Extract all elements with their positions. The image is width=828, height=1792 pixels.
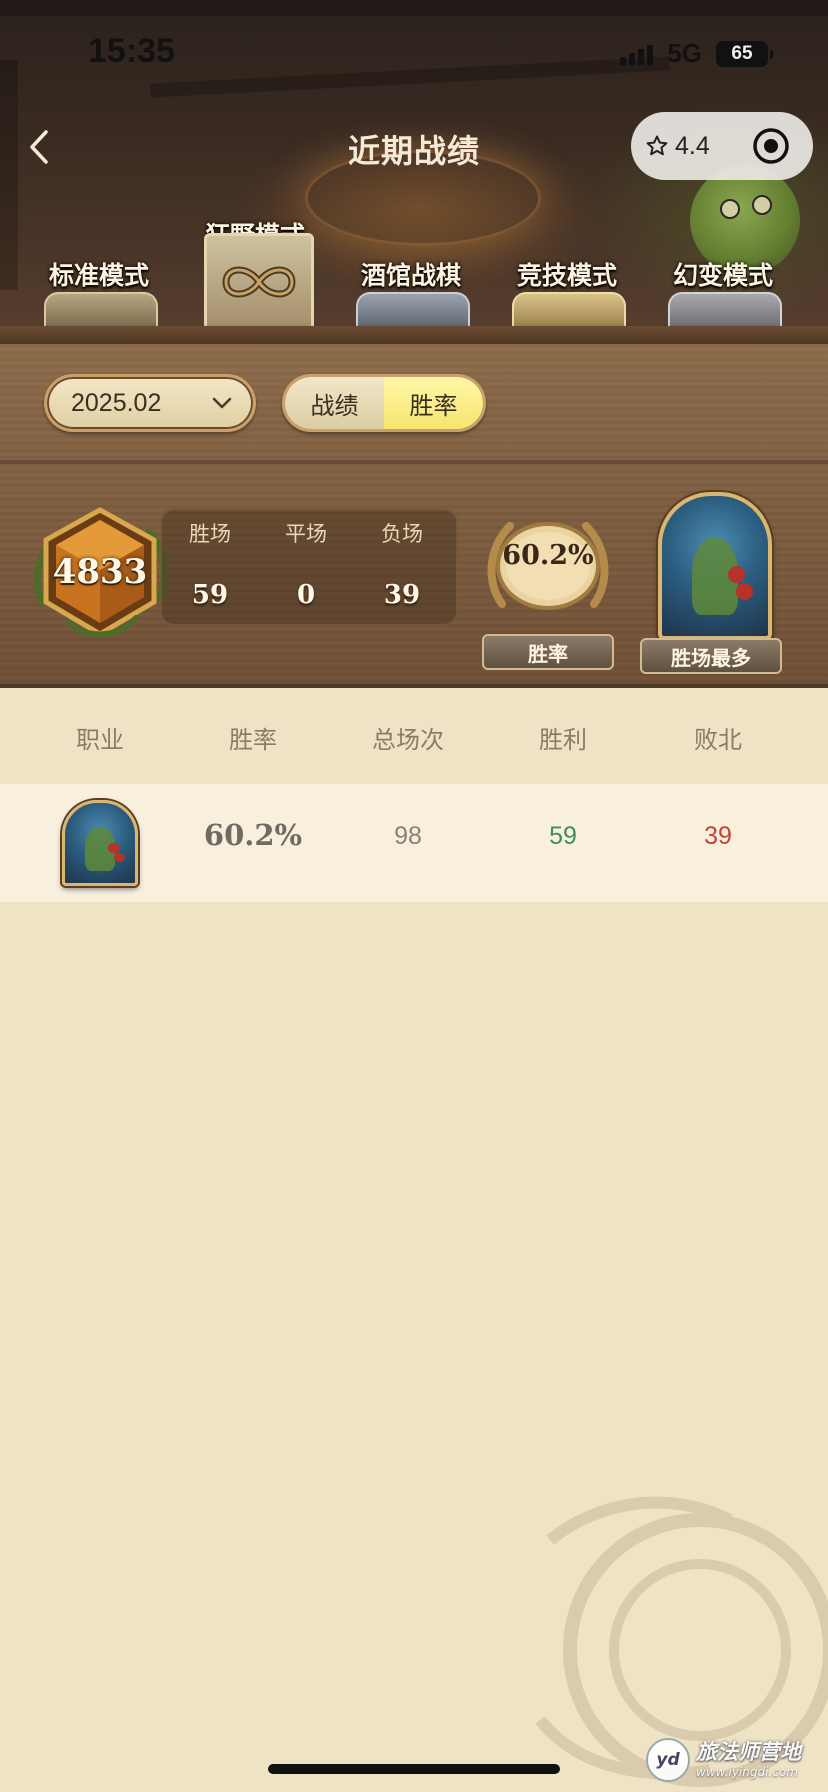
tab-plate	[44, 292, 158, 328]
tab-arena-mode[interactable]: 竞技模式	[492, 210, 642, 328]
star-outline-icon	[646, 135, 668, 156]
row-wins: 59	[549, 822, 577, 850]
hero-portrait-icon	[62, 800, 138, 886]
tab-plate	[668, 292, 782, 328]
brand-name: 旅法师营地	[696, 1740, 801, 1764]
row-total-games: 98	[394, 822, 422, 850]
rating-button[interactable]: 4.4	[645, 132, 710, 161]
column-header: 总场次	[372, 726, 444, 754]
hero-orb	[114, 852, 126, 863]
column-header: 职业	[76, 726, 124, 754]
chevron-down-icon	[212, 397, 232, 409]
tab-plate	[204, 233, 314, 328]
home-indicator[interactable]	[268, 1764, 560, 1774]
target-button[interactable]	[751, 126, 791, 166]
date-value: 2025.02	[71, 388, 162, 417]
rank-value: 4833	[52, 552, 148, 592]
header-divider	[0, 326, 828, 344]
target-icon	[753, 128, 789, 164]
ceiling-beam	[149, 56, 671, 98]
tab-wild-mode[interactable]: 狂野模式	[180, 210, 330, 328]
mode-tabs: 标准模式 狂野模式 酒馆战棋 竞技模式 幻变模式	[0, 210, 828, 328]
win-rate-label: 胜率	[482, 634, 614, 670]
hero-orb	[727, 566, 745, 583]
brand-logo: yd 旅法师营地 www.iyingdi.com	[646, 1738, 801, 1782]
battery-icon: 65	[716, 40, 773, 67]
stat-value: 59	[191, 580, 229, 610]
column-header: 胜利	[539, 726, 587, 754]
toggle-winrate-button[interactable]: 胜率	[384, 377, 483, 429]
hero-orb	[736, 582, 754, 600]
brand-text: 旅法师营地 www.iyingdi.com	[696, 1740, 801, 1779]
status-time: 15:35	[88, 32, 175, 70]
stat-losses: 负场 39	[354, 508, 450, 610]
stat-label: 平场	[285, 522, 327, 546]
stat-draws: 平场 0	[258, 508, 354, 610]
win-rate-value: 60.2%	[502, 540, 594, 571]
brand-logo-mark: yd	[656, 1750, 680, 1770]
stat-label: 胜场	[189, 522, 231, 546]
infinity-icon	[222, 266, 296, 298]
toggle-record-button[interactable]: 战绩	[285, 377, 384, 429]
stat-value: 0	[296, 580, 316, 610]
row-win-rate: 60.2%	[203, 818, 303, 852]
brand-url: www.iyingdi.com	[696, 1765, 798, 1779]
header-scene: 15:35 5G 65 近期战绩 4.4 标准模式 酒馆战棋 竞技模式 幻变模式	[0, 0, 828, 340]
brand-logo-icon: yd	[646, 1738, 690, 1782]
tab-battlegrounds-mode[interactable]: 酒馆战棋	[336, 210, 486, 328]
view-toggle: 战绩 胜率	[282, 374, 486, 432]
ceiling-beam	[0, 0, 828, 16]
tab-twist-mode[interactable]: 幻变模式	[648, 210, 798, 328]
tab-plate	[356, 292, 470, 328]
top-hero-portrait[interactable]	[658, 492, 772, 640]
signal-icon	[620, 43, 654, 65]
win-loss-stats: 胜场 59 平场 0 负场 39	[160, 508, 458, 626]
mini-program-capsule: 4.4	[631, 112, 813, 180]
column-header: 败北	[694, 726, 742, 754]
tab-plate	[512, 292, 626, 328]
stat-value: 39	[383, 580, 421, 610]
stat-label: 负场	[381, 522, 423, 546]
panel-divider	[0, 460, 828, 464]
tab-standard-mode[interactable]: 标准模式	[24, 210, 174, 328]
column-header: 胜率	[229, 726, 277, 754]
stat-wins: 胜场 59	[162, 508, 258, 610]
table-header: 职业 胜率 总场次 胜利 败北	[0, 688, 828, 784]
date-dropdown[interactable]: 2025.02	[44, 374, 256, 432]
tab-label: 幻变模式	[672, 261, 773, 290]
row-losses: 39	[704, 822, 732, 850]
status-indicators: 5G 65	[620, 38, 773, 69]
tab-label: 标准模式	[48, 261, 149, 290]
summary-panel: 2025.02 战绩 胜率 4833 胜场 59 平场 0 负场 39 60.2…	[0, 344, 828, 688]
battery-level: 65	[731, 42, 753, 64]
tab-label: 酒馆战棋	[360, 261, 461, 290]
top-hero-label: 胜场最多	[640, 638, 782, 674]
network-type: 5G	[667, 38, 702, 68]
tab-label: 竞技模式	[516, 261, 617, 290]
hero-orb	[108, 843, 120, 853]
rating-value: 4.4	[675, 131, 710, 160]
